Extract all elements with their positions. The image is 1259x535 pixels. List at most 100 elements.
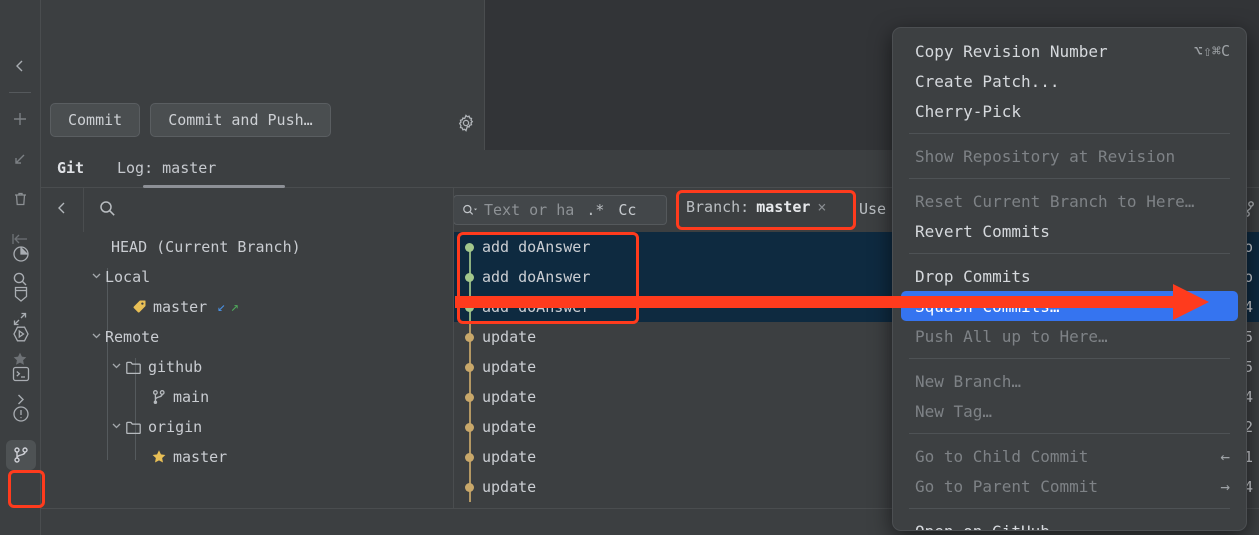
menu-separator bbox=[909, 433, 1230, 434]
commit-graph-cell bbox=[454, 412, 480, 442]
menu-item-label: New Branch… bbox=[915, 371, 1021, 391]
commit-panel: Commit Commit and Push… bbox=[41, 0, 485, 150]
commit-graph-cell bbox=[454, 472, 480, 502]
branch-tree-item-label: github bbox=[148, 358, 203, 376]
graph-node bbox=[465, 303, 474, 312]
database-icon[interactable] bbox=[7, 280, 35, 308]
menu-separator bbox=[909, 178, 1230, 179]
menu-item-label: Squash Commits… bbox=[915, 296, 1060, 316]
chevron-down-icon[interactable] bbox=[91, 270, 105, 284]
branch-tree-item-master[interactable]: master ↙ ↗ bbox=[83, 292, 453, 322]
pull-arrow-icon[interactable] bbox=[6, 145, 34, 173]
git-branch-icon[interactable] bbox=[5, 440, 36, 470]
branch-tree-item-label: origin bbox=[148, 418, 203, 436]
branch-filter-label: Branch: bbox=[686, 198, 750, 216]
delete-icon[interactable] bbox=[6, 185, 34, 213]
menu-item-squash-commits[interactable]: Squash Commits… bbox=[901, 291, 1238, 321]
match-case-toggle[interactable]: Cc bbox=[618, 201, 636, 219]
branch-filter[interactable]: Branch: master × bbox=[677, 193, 835, 221]
branch-tree-item-label: HEAD (Current Branch) bbox=[111, 238, 301, 256]
menu-separator bbox=[909, 253, 1230, 254]
star-icon bbox=[151, 449, 167, 465]
commit-graph-cell bbox=[454, 292, 480, 322]
chevron-down-icon[interactable] bbox=[111, 420, 125, 434]
menu-item-label: Show Repository at Revision bbox=[915, 146, 1176, 166]
search-input-placeholder[interactable]: Text or ha bbox=[484, 201, 574, 219]
menu-item-shortcut: ⌥⇧⌘C bbox=[1193, 42, 1230, 60]
branch-tree-item-label: main bbox=[173, 388, 210, 406]
gear-icon[interactable] bbox=[456, 113, 476, 133]
problems-icon[interactable] bbox=[7, 400, 35, 428]
graph-node bbox=[465, 363, 474, 372]
commit-subject: add doAnswer bbox=[482, 268, 591, 286]
collapse-panel-icon[interactable] bbox=[55, 200, 69, 220]
menu-item-new-branch: New Branch… bbox=[893, 366, 1246, 396]
incoming-commits-icon: ↙ bbox=[217, 299, 226, 315]
chevron-left-icon[interactable] bbox=[6, 52, 34, 80]
graph-node bbox=[465, 483, 474, 492]
menu-item-label: Copy Revision Number bbox=[915, 41, 1108, 61]
close-icon[interactable]: × bbox=[817, 198, 826, 216]
branch-tree-item-origin[interactable]: origin bbox=[83, 412, 453, 442]
graph-node bbox=[465, 453, 474, 462]
branch-tree-item-master[interactable]: master bbox=[83, 442, 453, 472]
commit-subject: update bbox=[482, 418, 537, 436]
menu-item-copy-revision-number[interactable]: Copy Revision Number ⌥⇧⌘C bbox=[893, 36, 1246, 66]
menu-item-create-patch[interactable]: Create Patch... bbox=[893, 66, 1246, 96]
branch-tree-item-remote[interactable]: Remote bbox=[83, 322, 453, 352]
commit-subject: add doAnswer bbox=[482, 298, 591, 316]
menu-item-label: Drop Commits bbox=[915, 266, 1031, 286]
commit-graph-cell bbox=[454, 382, 480, 412]
commit-and-push-button[interactable]: Commit and Push… bbox=[150, 103, 331, 137]
tab-git[interactable]: Git bbox=[57, 159, 84, 177]
branch-tree-item-github[interactable]: github bbox=[83, 352, 453, 382]
commit-graph-cell bbox=[454, 262, 480, 292]
branch-filter-value: master bbox=[756, 198, 811, 216]
menu-item-revert-commits[interactable]: Revert Commits bbox=[893, 216, 1246, 246]
menu-item-go-to-child-commit: Go to Child Commit ← bbox=[893, 441, 1246, 471]
menu-item-label: Revert Commits bbox=[915, 221, 1050, 241]
menu-item-label: Create Patch... bbox=[915, 71, 1060, 91]
graph-node bbox=[465, 423, 474, 432]
terminal-icon[interactable] bbox=[7, 360, 35, 388]
menu-item-label: Cherry-Pick bbox=[915, 101, 1021, 121]
menu-item-label: Reset Current Branch to Here… bbox=[915, 191, 1195, 211]
menu-item-go-to-parent-commit: Go to Parent Commit → bbox=[893, 471, 1246, 501]
menu-item-cherry-pick[interactable]: Cherry-Pick bbox=[893, 96, 1246, 126]
branch-tree-item-label: Local bbox=[105, 268, 151, 286]
search-icon[interactable] bbox=[99, 200, 116, 221]
commit-context-menu: Copy Revision Number ⌥⇧⌘C Create Patch... C… bbox=[892, 27, 1247, 531]
menu-item-push-all-up-to-here: Push All up to Here… bbox=[893, 321, 1246, 351]
run-icon[interactable] bbox=[7, 320, 35, 348]
log-search-field[interactable]: Text or ha .* Cc bbox=[453, 195, 667, 225]
menu-item-show-repository-at-revision: Show Repository at Revision bbox=[893, 141, 1246, 171]
menu-item-label: Go to Parent Commit bbox=[915, 476, 1099, 496]
menu-item-drop-commits[interactable]: Drop Commits bbox=[893, 261, 1246, 291]
commit-graph-cell bbox=[454, 352, 480, 382]
commit-button[interactable]: Commit bbox=[50, 103, 141, 137]
menu-item-label: New Tag… bbox=[915, 401, 993, 421]
tag-icon bbox=[131, 299, 147, 315]
branch-tree-item-local[interactable]: Local bbox=[83, 262, 453, 292]
add-icon[interactable] bbox=[6, 105, 34, 133]
branch-icon bbox=[151, 389, 167, 405]
commit-graph-cell bbox=[454, 322, 480, 352]
chevron-down-icon[interactable] bbox=[111, 360, 125, 374]
menu-item-shortcut: → bbox=[1220, 476, 1230, 496]
menu-item-reset-current-branch-to-here: Reset Current Branch to Here… bbox=[893, 186, 1246, 216]
commit-subject: add doAnswer bbox=[482, 238, 591, 256]
commit-subject: update bbox=[482, 328, 537, 346]
user-filter[interactable]: Use bbox=[859, 200, 895, 218]
pie-chart-icon[interactable] bbox=[7, 240, 35, 268]
branch-tree-item-label: master bbox=[173, 448, 228, 466]
commit-subject: update bbox=[482, 478, 537, 496]
menu-item-label: Go to Child Commit bbox=[915, 446, 1089, 466]
chevron-down-icon[interactable] bbox=[91, 330, 105, 344]
search-dropdown-icon[interactable] bbox=[462, 203, 478, 217]
regex-toggle[interactable]: .* bbox=[586, 201, 604, 219]
commit-actions: Commit Commit and Push… bbox=[50, 103, 331, 137]
menu-item-open-on-github[interactable]: Open on GitHub bbox=[893, 516, 1246, 531]
tab-log-master[interactable]: Log: master bbox=[117, 159, 216, 177]
branch-tree-item-main[interactable]: main bbox=[83, 382, 453, 412]
branch-tree-item-head-current-branch[interactable]: HEAD (Current Branch) bbox=[83, 232, 453, 262]
